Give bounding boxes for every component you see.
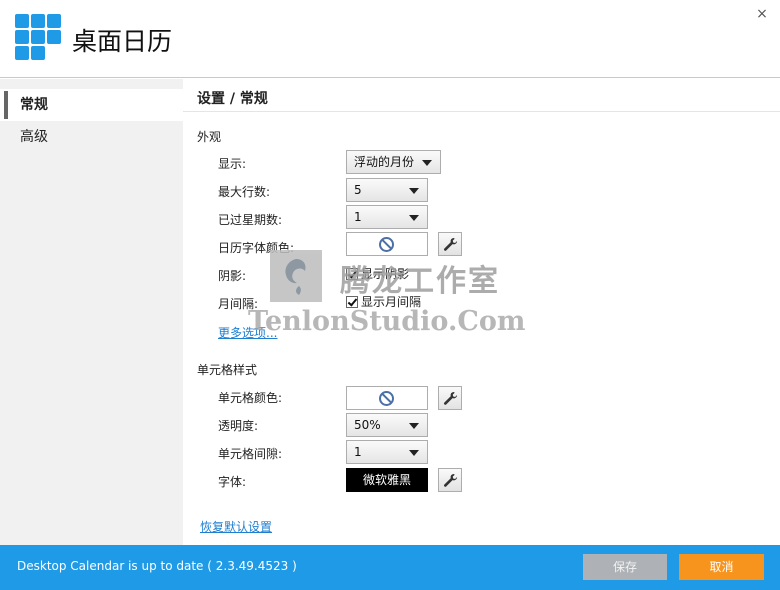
cell-gap-select-value: 1 <box>354 445 362 459</box>
shadow-checkbox-label: 显示阴影 <box>361 267 410 281</box>
update-status-text: Desktop Calendar is up to date ( 2.3.49.… <box>17 559 297 573</box>
dropdown-arrow-icon <box>409 215 419 221</box>
section-title-cell-style: 单元格样式 <box>197 363 258 377</box>
shadow-checkbox[interactable]: 显示阴影 <box>346 265 409 282</box>
past-weeks-label: 已过星期数: <box>218 213 283 227</box>
display-label: 显示: <box>218 157 247 171</box>
opacity-select-value: 50% <box>354 418 381 432</box>
month-gap-label: 月间隔: <box>218 297 259 311</box>
cell-color-wrench-button[interactable] <box>438 386 462 410</box>
cell-color-swatch[interactable] <box>346 386 428 410</box>
restore-defaults-link[interactable]: 恢复默认设置 <box>200 518 272 535</box>
display-select-value: 浮动的月份 <box>354 155 415 169</box>
settings-panel: 设置 / 常规 外观 显示: 浮动的月份 最大行数: 5 已过星期数: 1 日历… <box>183 79 780 545</box>
font-wrench-button[interactable] <box>438 468 462 492</box>
past-weeks-select-value: 1 <box>354 210 362 224</box>
app-logo-icon <box>15 14 61 60</box>
wrench-icon <box>444 473 458 487</box>
max-rows-label: 最大行数: <box>218 185 271 199</box>
wrench-icon <box>444 391 458 405</box>
cell-gap-label: 单元格间隙: <box>218 447 283 461</box>
close-icon[interactable]: × <box>754 6 770 22</box>
wrench-icon <box>444 237 458 251</box>
app-title: 桌面日历 <box>72 27 173 56</box>
no-color-icon <box>379 391 394 406</box>
sidebar-item-general[interactable]: 常规 <box>0 89 183 121</box>
font-label: 字体: <box>218 475 247 489</box>
save-button[interactable]: 保存 <box>583 554 667 580</box>
breadcrumb: 设置 / 常规 <box>197 91 268 107</box>
sidebar-item-advanced[interactable]: 高级 <box>0 121 183 153</box>
past-weeks-select[interactable]: 1 <box>346 205 428 229</box>
cell-gap-select[interactable]: 1 <box>346 440 428 464</box>
section-title-appearance: 外观 <box>197 130 222 144</box>
title-bar: 桌面日历 × <box>0 0 780 78</box>
opacity-select[interactable]: 50% <box>346 413 428 437</box>
month-gap-checkbox-label: 显示月间隔 <box>361 295 422 309</box>
month-gap-checkbox[interactable]: 显示月间隔 <box>346 293 421 310</box>
cell-color-label: 单元格颜色: <box>218 391 283 405</box>
divider <box>183 111 780 112</box>
dropdown-arrow-icon <box>422 160 432 166</box>
font-color-label: 日历字体颜色: <box>218 241 295 255</box>
status-bar: Desktop Calendar is up to date ( 2.3.49.… <box>0 545 780 590</box>
font-color-swatch[interactable] <box>346 232 428 256</box>
max-rows-select-value: 5 <box>354 183 362 197</box>
max-rows-select[interactable]: 5 <box>346 178 428 202</box>
font-color-wrench-button[interactable] <box>438 232 462 256</box>
no-color-icon <box>379 237 394 252</box>
shadow-label: 阴影: <box>218 269 247 283</box>
more-options-link[interactable]: 更多选项... <box>218 324 277 341</box>
dropdown-arrow-icon <box>409 450 419 456</box>
checkbox-icon <box>346 268 358 280</box>
checkbox-icon <box>346 296 358 308</box>
sidebar: 常规 高级 <box>0 79 183 545</box>
dropdown-arrow-icon <box>409 423 419 429</box>
dropdown-arrow-icon <box>409 188 419 194</box>
font-preview[interactable]: 微软雅黑 <box>346 468 428 492</box>
cancel-button[interactable]: 取消 <box>679 554 764 580</box>
display-select[interactable]: 浮动的月份 <box>346 150 441 174</box>
opacity-label: 透明度: <box>218 419 259 433</box>
